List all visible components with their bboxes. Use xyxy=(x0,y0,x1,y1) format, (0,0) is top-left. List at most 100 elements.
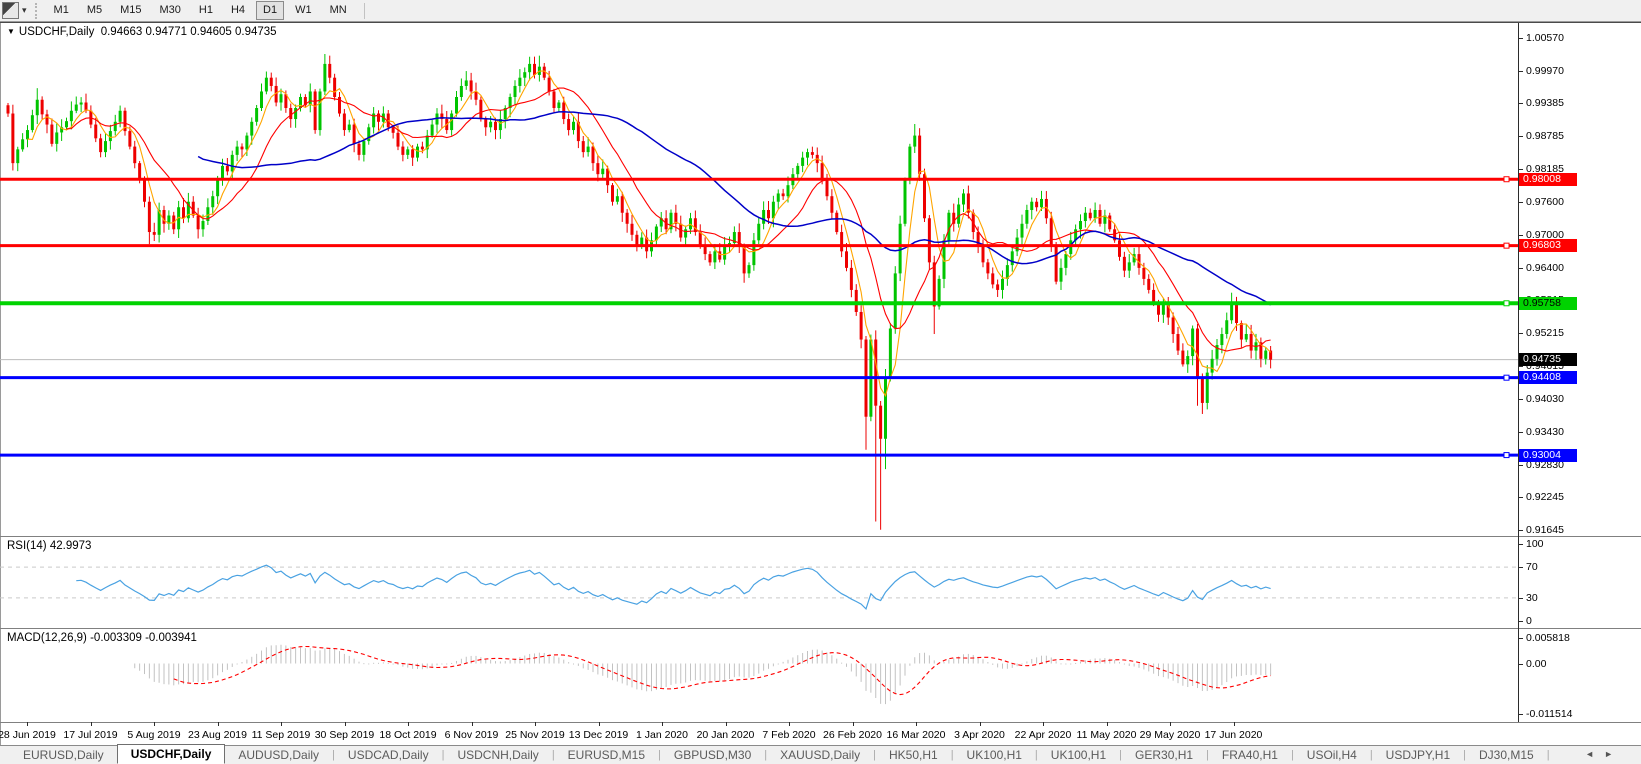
date-tick xyxy=(90,722,92,726)
date-tick xyxy=(979,722,981,726)
date-tick xyxy=(662,722,663,726)
chart-tab-eurusd-daily[interactable]: EURUSD,Daily xyxy=(10,747,117,763)
date-label: 23 Aug 2019 xyxy=(188,729,247,741)
toolbar-grip[interactable] xyxy=(34,2,37,19)
price-level-chip: 0.98008 xyxy=(1519,172,1577,186)
price-tick xyxy=(1518,464,1523,466)
chart-tab-list: EURUSD,Daily USDCHF,Daily AUDUSD,Daily | USD… xyxy=(10,744,1550,764)
price-level-chip: 0.96803 xyxy=(1519,239,1577,253)
date-label: 13 Dec 2019 xyxy=(568,729,629,741)
timeframe-button-group: M1 M5 M15 M30 H1 H4 D1 W1 MN xyxy=(45,1,356,20)
macd-tick-label: 0.00 xyxy=(1526,657,1547,670)
date-label: 26 Feb 2020 xyxy=(823,729,882,741)
date-tick xyxy=(281,722,282,726)
rsi-name: RSI(14) xyxy=(7,540,47,552)
tab-separator: | xyxy=(1546,749,1550,761)
price-tick-label: 1.00570 xyxy=(1526,32,1564,44)
timeframe-button-m30[interactable]: M30 xyxy=(153,1,188,20)
rsi-tick xyxy=(1518,544,1523,545)
date-label: 11 Sep 2019 xyxy=(251,729,311,741)
price-tick-label: 0.93430 xyxy=(1526,425,1564,438)
rsi-tick xyxy=(1518,597,1523,599)
timeframe-button-mn[interactable]: MN xyxy=(323,1,354,20)
tab-scroll-right-icon[interactable]: ► xyxy=(1604,749,1623,759)
date-label: 18 Oct 2019 xyxy=(379,729,437,741)
price-level-chip: 0.93004 xyxy=(1519,448,1577,462)
chart-tab-eurusd-m15[interactable]: EURUSD,M15 xyxy=(555,747,658,763)
date-label: 20 Jan 2020 xyxy=(696,729,755,741)
chart-tab-fra40-h1[interactable]: FRA40,H1 xyxy=(1209,747,1291,763)
date-label: 1 Jan 2020 xyxy=(636,729,688,741)
chart-tab-usoil-h4[interactable]: USOil,H4 xyxy=(1294,747,1370,763)
rsi-tick-label: 100 xyxy=(1526,538,1544,550)
rsi-tick-label: 30 xyxy=(1526,591,1538,604)
date-tick xyxy=(1170,722,1171,726)
date-tick xyxy=(852,722,854,726)
macd-tick-label: 0.005818 xyxy=(1526,632,1570,644)
chart-tab-gbpusd-m30[interactable]: GBPUSD,M30 xyxy=(661,747,764,763)
timeframe-button-m15[interactable]: M15 xyxy=(113,1,148,20)
top-toolbar: ▾ M1 M5 M15 M30 H1 H4 D1 W1 MN xyxy=(0,0,1641,22)
price-tick xyxy=(1518,234,1523,236)
chart-window: ▼ USDCHF,Daily 0.94663 0.94771 0.94605 0.… xyxy=(0,22,1641,746)
date-tick xyxy=(471,722,473,726)
chart-tab-usdcnh-daily[interactable]: USDCNH,Daily xyxy=(444,747,551,763)
chart-tab-dj30-m15[interactable]: DJ30,M15 xyxy=(1466,747,1547,763)
date-label: 16 Mar 2020 xyxy=(886,729,946,741)
price-tick xyxy=(1518,201,1523,203)
timeframe-button-m1[interactable]: M1 xyxy=(47,1,76,20)
price-tick-label: 0.94030 xyxy=(1526,392,1564,405)
chart-tab-audusd-daily[interactable]: AUDUSD,Daily xyxy=(225,747,332,763)
date-tick xyxy=(535,722,536,726)
price-tick xyxy=(1518,38,1523,39)
date-label: 3 Apr 2020 xyxy=(954,729,1005,741)
price-tick-label: 0.97600 xyxy=(1526,195,1564,208)
chart-symbol-label: USDCHF,Daily xyxy=(18,26,95,38)
price-tick xyxy=(1518,530,1523,531)
price-tick-label: 0.96400 xyxy=(1526,261,1564,274)
chart-tab-xauusd-daily[interactable]: XAUUSD,Daily xyxy=(767,747,873,763)
tab-scroll-left-icon[interactable]: ◄ xyxy=(1585,749,1604,759)
date-tick xyxy=(27,722,28,726)
macd-tick xyxy=(1518,663,1523,665)
chart-tab-uk100-h1[interactable]: UK100,H1 xyxy=(954,747,1035,763)
chart-tab-bar: EURUSD,Daily USDCHF,Daily AUDUSD,Daily | USD… xyxy=(0,744,1641,764)
price-tick xyxy=(1518,431,1523,433)
chart-tab-usdchf-daily[interactable]: USDCHF,Daily xyxy=(116,744,226,764)
timeframe-button-h4[interactable]: H4 xyxy=(224,1,252,20)
date-label: 7 Feb 2020 xyxy=(762,729,816,741)
date-label: 28 Jun 2019 xyxy=(0,729,56,741)
date-tick xyxy=(916,722,917,726)
chart-ohlc-values: 0.94663 0.94771 0.94605 0.94735 xyxy=(100,26,277,38)
chart-tab-uk100-h1[interactable]: UK100,H1 xyxy=(1038,747,1119,763)
chart-tab-hk50-h1[interactable]: HK50,H1 xyxy=(876,747,951,763)
chart-tool-icon[interactable] xyxy=(2,2,19,19)
date-label: 6 Nov 2019 xyxy=(444,729,499,741)
price-level-chip: 0.94408 xyxy=(1519,371,1577,385)
chart-tab-usdjpy-h1[interactable]: USDJPY,H1 xyxy=(1373,747,1463,763)
chart-tab-ger30-h1[interactable]: GER30,H1 xyxy=(1122,747,1206,763)
price-tick xyxy=(1518,496,1523,498)
rsi-tick-label: 70 xyxy=(1526,561,1538,574)
current-price-chip: 0.94735 xyxy=(1519,353,1577,367)
chart-title[interactable]: ▼ USDCHF,Daily 0.94663 0.94771 0.94605 0.… xyxy=(7,26,277,38)
chart-tab-usdcad-daily[interactable]: USDCAD,Daily xyxy=(335,747,442,763)
collapse-triangle-icon[interactable]: ▼ xyxy=(7,27,15,36)
macd-tick xyxy=(1518,638,1523,639)
timeframe-button-w1[interactable]: W1 xyxy=(288,1,319,20)
macd-tick-label: -0.011514 xyxy=(1526,708,1573,720)
date-label: 17 Jun 2020 xyxy=(1204,729,1263,741)
timeframe-button-h1[interactable]: H1 xyxy=(192,1,220,20)
timeframe-button-m5[interactable]: M5 xyxy=(80,1,109,20)
macd-indicator-chart xyxy=(134,644,1272,705)
dropdown-caret-icon[interactable]: ▾ xyxy=(22,5,27,16)
main-price-chart xyxy=(0,53,1518,530)
date-label: 29 May 2020 xyxy=(1139,729,1201,741)
price-tick xyxy=(1518,366,1523,368)
rsi-title: RSI(14) 42.9973 xyxy=(7,540,91,552)
price-tick-label: 0.99385 xyxy=(1526,97,1564,110)
date-tick xyxy=(1043,722,1044,726)
price-tick-label: 0.95215 xyxy=(1526,327,1564,340)
timeframe-button-d1[interactable]: D1 xyxy=(256,1,285,20)
date-tick xyxy=(725,722,727,726)
